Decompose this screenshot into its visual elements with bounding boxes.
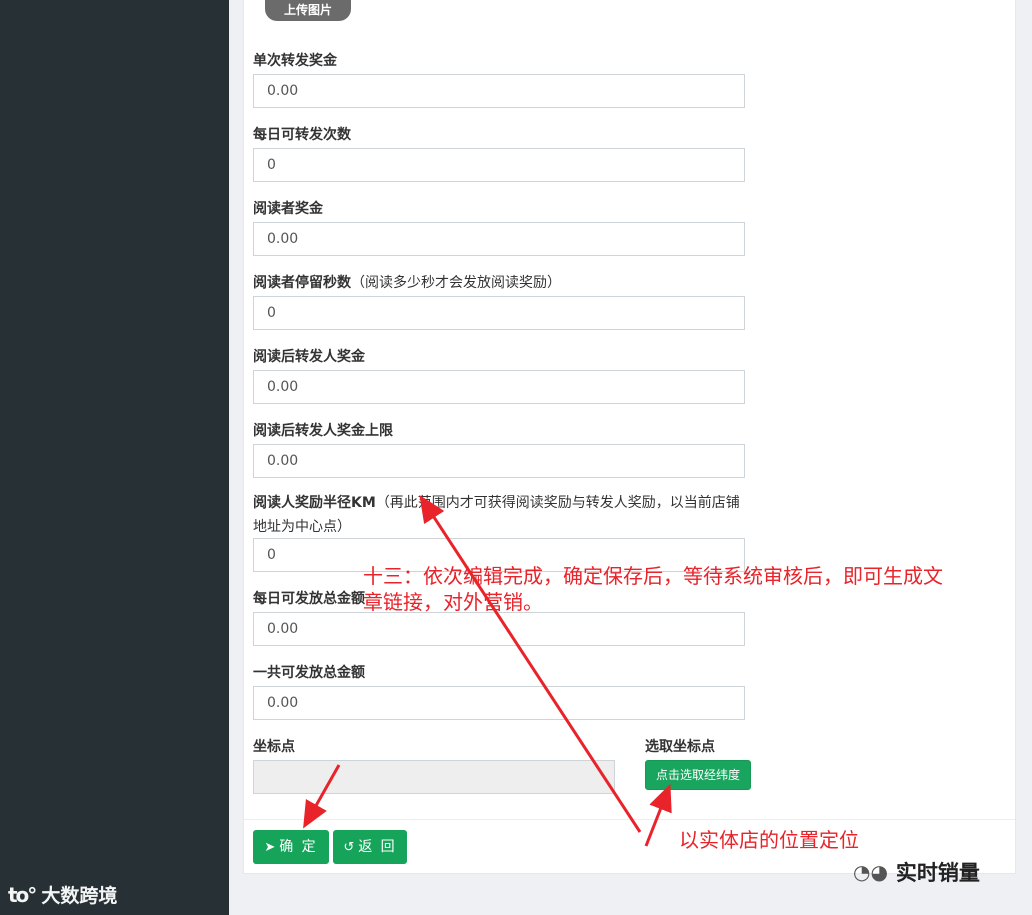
coord-input xyxy=(253,760,615,794)
wechat-branding: ◔◕ 实时销量 xyxy=(853,857,980,887)
annotation-main: 十三：依次编辑完成，确定保存后，等待系统审核后，即可生成文章链接，对外营销。 xyxy=(363,564,943,614)
paper-plane-icon: ➤ xyxy=(264,840,278,855)
back-button[interactable]: ↺ 返 回 xyxy=(333,830,407,864)
coord-label: 坐标点 xyxy=(253,739,295,755)
pick-coord-label: 选取坐标点 xyxy=(645,739,715,755)
field-label-daily-total-amount: 每日可发放总金额 xyxy=(253,588,365,608)
label-text: 阅读者奖金 xyxy=(253,201,323,217)
sidebar: to° 大数跨境 xyxy=(0,0,229,915)
back-label: 返 回 xyxy=(358,839,397,855)
pick-latlng-button[interactable]: 点击选取经纬度 xyxy=(645,760,751,790)
reader-bonus-input[interactable]: 0.00 xyxy=(253,222,745,256)
watermark-text: 大数跨境 xyxy=(41,885,118,907)
wechat-icon: ◔◕ xyxy=(853,860,888,884)
daily-share-count-input[interactable]: 0 xyxy=(253,148,745,182)
daily-total-amount-input[interactable]: 0.00 xyxy=(253,612,745,646)
field-label-daily-share-count: 每日可转发次数 xyxy=(253,124,351,144)
field-label-sharer-bonus-after-read: 阅读后转发人奖金 xyxy=(253,346,365,366)
field-label-reward-radius: 阅读人奖励半径KM（再此范围内才可获得阅读奖励与转发人奖励，以当前店铺地址为中心… xyxy=(253,491,748,539)
sharer-bonus-limit-input[interactable]: 0.00 xyxy=(253,444,745,478)
upload-image-button[interactable]: 上传图片 xyxy=(265,0,351,21)
field-label-single-share-bonus: 单次转发奖金 xyxy=(253,50,337,70)
sharer-bonus-after-read-input[interactable]: 0.00 xyxy=(253,370,745,404)
overall-total-amount-input[interactable]: 0.00 xyxy=(253,686,745,720)
reader-stay-seconds-input[interactable]: 0 xyxy=(253,296,745,330)
watermark-logo-icon: to° xyxy=(8,882,37,907)
footer-divider xyxy=(244,819,1015,820)
field-label-reader-stay-seconds: 阅读者停留秒数（阅读多少秒才会发放阅读奖励） xyxy=(253,272,561,292)
label-text: 阅读人奖励半径KM xyxy=(253,495,376,511)
field-label-sharer-bonus-limit: 阅读后转发人奖金上限 xyxy=(253,420,393,440)
wechat-name: 实时销量 xyxy=(895,861,980,885)
back-arrow-icon: ↺ xyxy=(343,840,357,855)
field-label-reader-bonus: 阅读者奖金 xyxy=(253,198,323,218)
label-text: 每日可转发次数 xyxy=(253,127,351,143)
confirm-button[interactable]: ➤ 确 定 xyxy=(253,830,329,864)
watermark-logo: to° 大数跨境 xyxy=(8,881,117,908)
label-text: 每日可发放总金额 xyxy=(253,591,365,607)
annotation-location: 以实体店的位置定位 xyxy=(679,828,859,852)
single-share-bonus-input[interactable]: 0.00 xyxy=(253,74,745,108)
label-text: 单次转发奖金 xyxy=(253,53,337,69)
label-hint: （阅读多少秒才会发放阅读奖励） xyxy=(351,275,561,291)
confirm-label: 确 定 xyxy=(279,839,318,855)
field-label-overall-total-amount: 一共可发放总金额 xyxy=(253,662,365,682)
label-text: 阅读者停留秒数 xyxy=(253,275,351,291)
label-text: 一共可发放总金额 xyxy=(253,665,365,681)
label-text: 阅读后转发人奖金上限 xyxy=(253,423,393,439)
label-text: 阅读后转发人奖金 xyxy=(253,349,365,365)
